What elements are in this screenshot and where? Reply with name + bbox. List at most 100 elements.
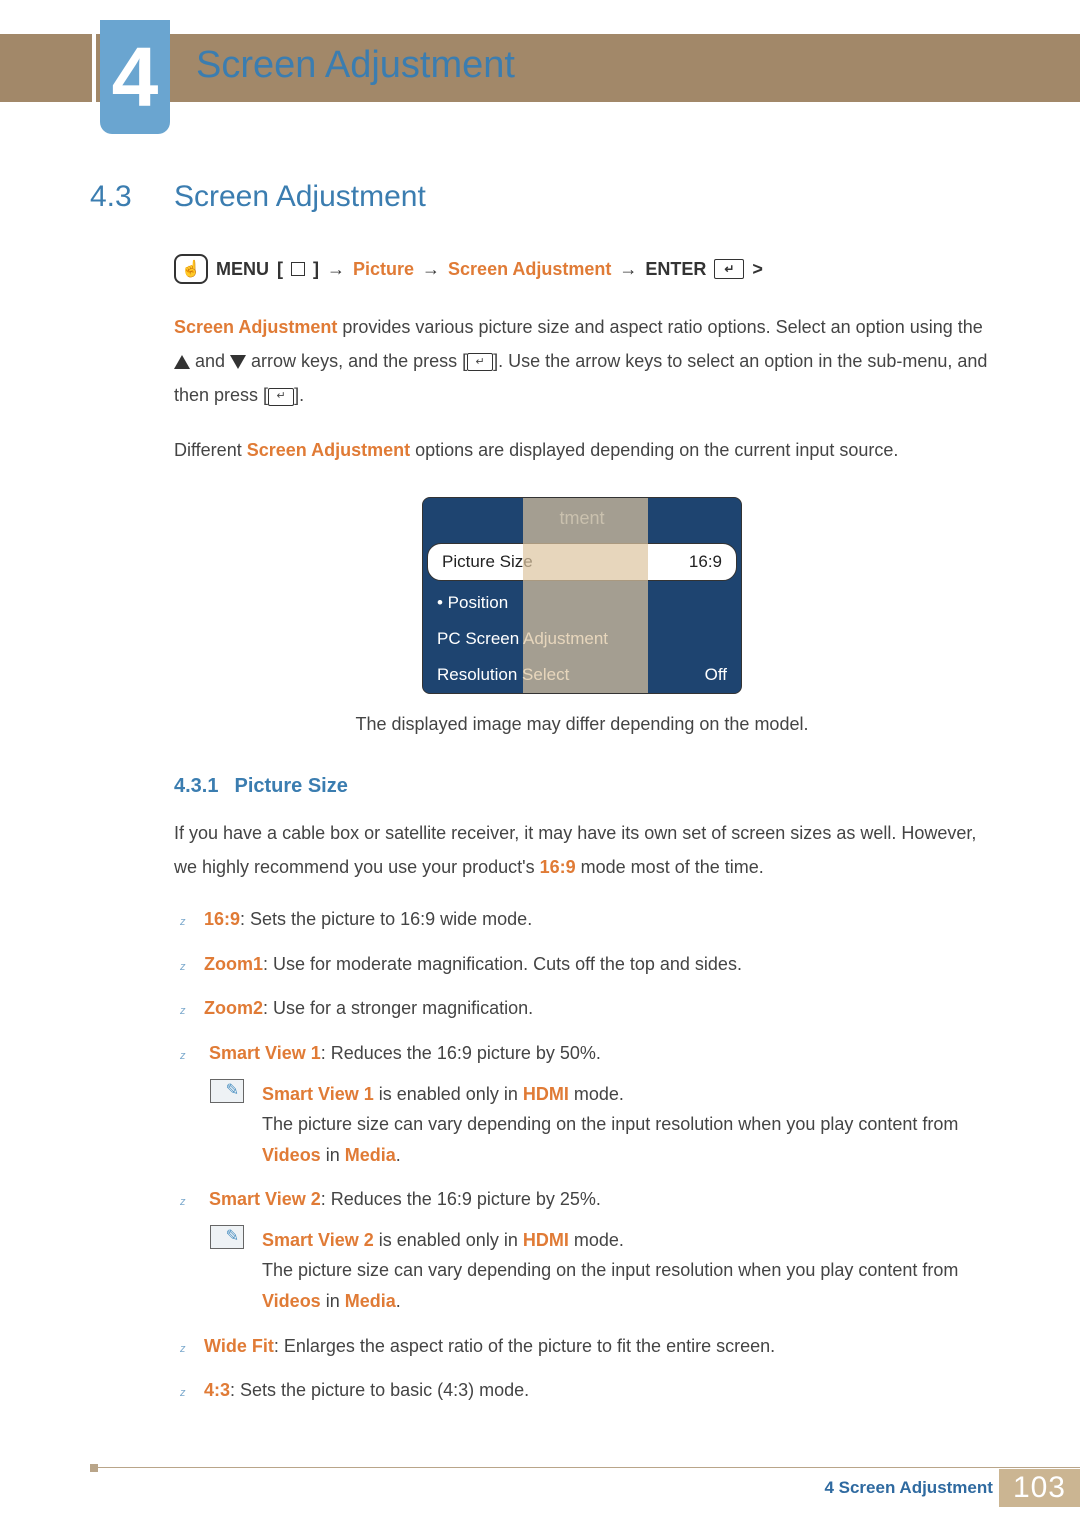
note-text: Smart View 1 is enabled only in HDMI mod… bbox=[262, 1079, 990, 1171]
text: Different bbox=[174, 440, 247, 460]
body-column: ☝ MENU [ ] → Picture → Screen Adjustment… bbox=[174, 254, 990, 1406]
term-screen-adjustment: Screen Adjustment bbox=[247, 440, 410, 460]
chapter-title: Screen Adjustment bbox=[196, 44, 515, 87]
text: mode. bbox=[569, 1084, 624, 1104]
nav-menu: MENU bbox=[216, 259, 269, 280]
text: in bbox=[321, 1145, 345, 1165]
osd-row-picture-size: Picture Size 16:9 bbox=[427, 543, 737, 581]
picture-size-options: 16:9: Sets the picture to 16:9 wide mode… bbox=[180, 904, 990, 1406]
text: provides various picture size and aspect… bbox=[337, 317, 982, 337]
text: The picture size can vary depending on t… bbox=[262, 1114, 958, 1134]
footer-label: 4 Screen Adjustment bbox=[824, 1478, 998, 1498]
note-icon: ✎ bbox=[210, 1079, 244, 1103]
section-title: Screen Adjustment bbox=[174, 180, 426, 214]
text: . bbox=[396, 1291, 401, 1311]
arrow-icon: → bbox=[619, 259, 637, 280]
option-name: 16:9 bbox=[204, 909, 240, 929]
enter-icon: ↵ bbox=[467, 353, 493, 371]
text: Smart View 2 bbox=[262, 1230, 374, 1250]
text: is enabled only in bbox=[374, 1230, 523, 1250]
page-number: 103 bbox=[999, 1469, 1080, 1507]
subsection-title: Picture Size bbox=[234, 775, 347, 798]
option-name: Zoom1 bbox=[204, 954, 263, 974]
option-name: 4:3 bbox=[204, 1380, 230, 1400]
text: Videos bbox=[262, 1291, 321, 1311]
section-heading: 4.3 Screen Adjustment bbox=[90, 180, 990, 214]
option-16-9: 16:9: Sets the picture to 16:9 wide mode… bbox=[180, 904, 990, 935]
text: HDMI bbox=[523, 1084, 569, 1104]
osd-row-position: • Position bbox=[423, 585, 741, 621]
osd-label: PC Screen Adjustment bbox=[437, 629, 608, 649]
option-wide-fit: Wide Fit: Enlarges the aspect ratio of t… bbox=[180, 1331, 990, 1362]
enter-icon: ↵ bbox=[714, 259, 744, 279]
nav-picture: Picture bbox=[353, 259, 414, 280]
nav-enter: ENTER bbox=[645, 259, 706, 280]
page-content: 4.3 Screen Adjustment ☝ MENU [ ] → Pictu… bbox=[90, 180, 990, 1467]
option-desc: : Use for moderate magnification. Cuts o… bbox=[263, 954, 742, 974]
option-desc: : Reduces the 16:9 picture by 50%. bbox=[321, 1043, 601, 1063]
subsection-heading: 4.3.1 Picture Size bbox=[174, 775, 990, 798]
text: . bbox=[396, 1145, 401, 1165]
option-name: Smart View 2 bbox=[209, 1189, 321, 1209]
osd-label: Resolution Select bbox=[437, 665, 569, 685]
osd-row-resolution-select: Resolution Select Off bbox=[423, 657, 741, 693]
text: mode. bbox=[569, 1230, 624, 1250]
note-block: ✎ Smart View 1 is enabled only in HDMI m… bbox=[210, 1079, 990, 1171]
osd-value: 16:9 bbox=[689, 552, 722, 572]
option-desc: : Reduces the 16:9 picture by 25%. bbox=[321, 1189, 601, 1209]
term-16-9: 16:9 bbox=[540, 857, 576, 877]
note-block: ✎ Smart View 2 is enabled only in HDMI m… bbox=[210, 1225, 990, 1317]
term-screen-adjustment: Screen Adjustment bbox=[174, 317, 337, 337]
enter-icon: ↵ bbox=[268, 388, 294, 406]
text: mode most of the time. bbox=[576, 857, 764, 877]
subsection-intro: If you have a cable box or satellite rec… bbox=[174, 816, 990, 884]
paragraph-note: Different Screen Adjustment options are … bbox=[174, 433, 990, 467]
text: arrow keys, and the press [ bbox=[246, 351, 467, 371]
section-number: 4.3 bbox=[90, 180, 150, 214]
text: Media bbox=[345, 1291, 396, 1311]
option-zoom2: Zoom2: Use for a stronger magnification. bbox=[180, 993, 990, 1024]
option-zoom1: Zoom1: Use for moderate magnification. C… bbox=[180, 949, 990, 980]
option-desc: : Sets the picture to basic (4:3) mode. bbox=[230, 1380, 529, 1400]
option-name: Wide Fit bbox=[204, 1336, 274, 1356]
option-desc: : Enlarges the aspect ratio of the pictu… bbox=[274, 1336, 775, 1356]
option-desc: : Sets the picture to 16:9 wide mode. bbox=[240, 909, 532, 929]
osd-menu-figure: tment Picture Size 16:9 • Position PC Sc… bbox=[422, 497, 742, 694]
text: HDMI bbox=[523, 1230, 569, 1250]
menu-icon bbox=[291, 262, 305, 276]
text: Smart View 1 bbox=[262, 1084, 374, 1104]
option-desc: : Use for a stronger magnification. bbox=[263, 998, 533, 1018]
note-text: Smart View 2 is enabled only in HDMI mod… bbox=[262, 1225, 990, 1317]
chapter-number-badge: 4 bbox=[100, 20, 170, 134]
arrow-icon: → bbox=[327, 259, 345, 280]
up-arrow-icon bbox=[174, 355, 190, 369]
osd-value: Off bbox=[705, 665, 727, 685]
nav-tail: > bbox=[752, 259, 763, 280]
paragraph-description: Screen Adjustment provides various pictu… bbox=[174, 310, 990, 413]
nav-bracket-open: [ bbox=[277, 259, 283, 280]
note-icon: ✎ bbox=[210, 1225, 244, 1249]
text: The picture size can vary depending on t… bbox=[262, 1260, 958, 1280]
page-footer: 4 Screen Adjustment 103 bbox=[90, 1467, 1080, 1507]
option-name: Zoom2 bbox=[204, 998, 263, 1018]
text: and bbox=[190, 351, 230, 371]
text: options are displayed depending on the c… bbox=[410, 440, 898, 460]
down-arrow-icon bbox=[230, 355, 246, 369]
nav-bracket-close: ] bbox=[313, 259, 319, 280]
osd-label: • Position bbox=[437, 593, 508, 613]
arrow-icon: → bbox=[422, 259, 440, 280]
breadcrumb: ☝ MENU [ ] → Picture → Screen Adjustment… bbox=[174, 254, 990, 284]
option-4-3: 4:3: Sets the picture to basic (4:3) mod… bbox=[180, 1375, 990, 1406]
text: Media bbox=[345, 1145, 396, 1165]
subsection-number: 4.3.1 bbox=[174, 775, 218, 798]
text: Videos bbox=[262, 1145, 321, 1165]
text: is enabled only in bbox=[374, 1084, 523, 1104]
osd-label: Picture Size bbox=[442, 552, 533, 572]
manual-page: 4 Screen Adjustment 4.3 Screen Adjustmen… bbox=[0, 0, 1080, 1527]
text: ]. bbox=[294, 385, 304, 405]
figure-caption: The displayed image may differ depending… bbox=[174, 714, 990, 735]
option-name: Smart View 1 bbox=[209, 1043, 321, 1063]
osd-menu-header: tment bbox=[423, 498, 741, 539]
text: in bbox=[321, 1291, 345, 1311]
remote-icon: ☝ bbox=[174, 254, 208, 284]
